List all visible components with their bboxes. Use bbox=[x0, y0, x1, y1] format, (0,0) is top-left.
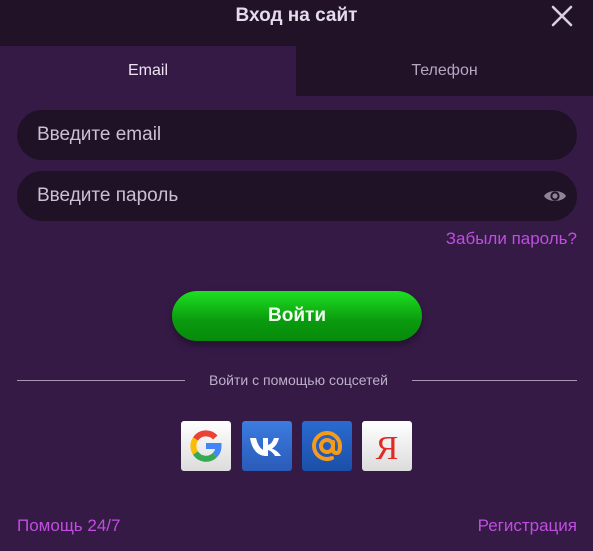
login-tabs: Email Телефон bbox=[0, 46, 593, 96]
login-button[interactable]: Войти bbox=[172, 291, 422, 341]
close-button[interactable] bbox=[550, 4, 574, 28]
modal-title: Вход на сайт bbox=[235, 5, 358, 26]
help-link[interactable]: Помощь 24/7 bbox=[17, 516, 120, 536]
eye-icon bbox=[544, 191, 566, 201]
mailru-login-button[interactable] bbox=[302, 421, 352, 471]
divider-right bbox=[412, 380, 577, 381]
social-login-caption: Войти с помощью соцсетей bbox=[209, 372, 388, 388]
tab-phone[interactable]: Телефон bbox=[296, 46, 593, 96]
yandex-icon: Я bbox=[376, 430, 399, 467]
password-field[interactable] bbox=[17, 171, 577, 221]
email-field[interactable] bbox=[17, 110, 577, 160]
google-login-button[interactable] bbox=[181, 421, 231, 471]
google-icon bbox=[190, 430, 222, 462]
forgot-password-link[interactable]: Забыли пароль? bbox=[446, 229, 577, 249]
divider-left bbox=[17, 380, 185, 381]
tab-email[interactable]: Email bbox=[0, 46, 296, 96]
register-link[interactable]: Регистрация bbox=[478, 516, 577, 536]
svg-text:Я: Я bbox=[376, 430, 399, 467]
show-password-toggle[interactable] bbox=[543, 184, 567, 208]
at-sign-icon bbox=[312, 431, 343, 461]
vk-login-button[interactable] bbox=[242, 421, 292, 471]
yandex-login-button[interactable]: Я bbox=[362, 421, 412, 471]
vk-icon bbox=[250, 438, 281, 456]
close-icon bbox=[551, 5, 573, 27]
